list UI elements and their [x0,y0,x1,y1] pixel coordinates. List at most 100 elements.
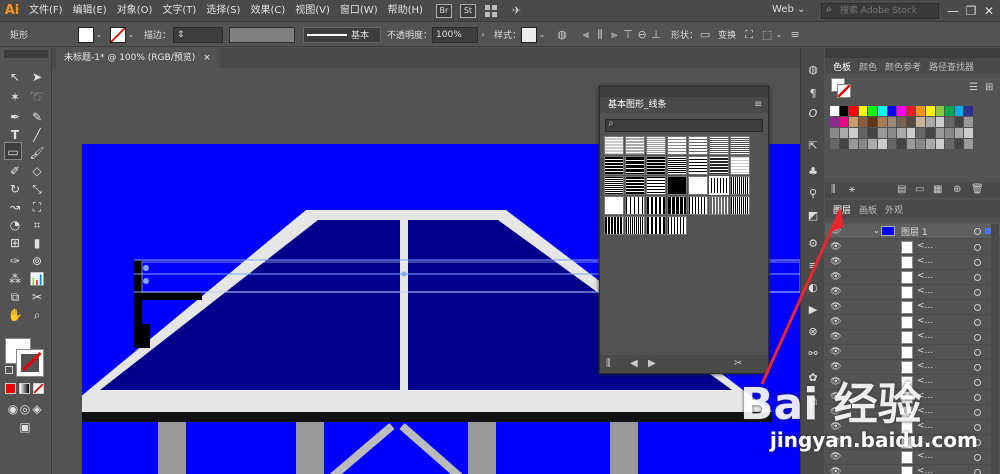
target-icon[interactable] [974,244,981,251]
color-swatch[interactable] [954,139,964,149]
color-swatch[interactable] [954,128,964,138]
pattern-swatch[interactable] [646,136,666,155]
document-tab[interactable]: 未标题-1* @ 100% (RGB/预览) × [56,48,219,68]
color-swatch[interactable] [868,106,877,116]
color-guide-icon[interactable]: ◍ [805,62,821,78]
color-swatch[interactable] [839,117,849,127]
color-swatch[interactable] [830,128,839,138]
tab-color-guide[interactable]: 颜色参考 [885,60,921,73]
recolor-icon[interactable]: ◍ [555,28,569,42]
target-icon[interactable] [974,274,981,281]
column-graph-tool-icon[interactable]: 📊 [28,270,46,288]
stroke-weight-field[interactable]: ⇕ [173,26,224,43]
target-icon[interactable] [974,289,981,296]
sublayer-row[interactable]: 👁 <... [825,240,1000,255]
color-swatch[interactable] [954,117,964,127]
pattern-swatch[interactable] [709,196,729,215]
color-swatch[interactable] [887,106,897,116]
eyedropper-tool-icon[interactable]: ✑ [6,252,24,270]
color-swatch[interactable] [906,117,916,127]
graphic-styles-icon[interactable]: ⊗ [805,324,821,340]
chevron-down-icon[interactable]: ⌄ [94,30,104,39]
sublayer-row[interactable]: 👁 <... [825,300,1000,315]
visibility-eye-icon[interactable]: 👁 [830,467,841,474]
new-color-group-icon[interactable]: ▤ [897,184,906,195]
pattern-swatch[interactable] [730,156,750,175]
color-swatch[interactable] [887,117,897,127]
opacity-field[interactable]: 100% [432,26,479,43]
sublayer-row[interactable]: 👁 <... [825,345,1000,360]
sublayer-row[interactable]: 👁 <... [825,315,1000,330]
menu-edit[interactable]: 编辑(E) [68,0,112,22]
default-colors-icon[interactable] [5,366,13,374]
panel-collapse-bar[interactable] [825,48,1000,58]
pattern-swatch[interactable] [730,176,750,195]
links-icon[interactable]: ⚯ [805,346,821,362]
color-swatch[interactable] [935,128,945,138]
shape-label[interactable]: 形状： [671,28,698,41]
hand-tool-icon[interactable]: ✋ [6,306,24,324]
color-swatch[interactable] [887,128,897,138]
color-swatch[interactable] [906,128,916,138]
stock-button[interactable]: St [459,3,476,18]
close-tab-icon[interactable]: × [203,53,211,63]
color-swatch[interactable] [839,106,849,116]
color-swatch[interactable] [925,106,935,116]
rotate-tool-icon[interactable]: ↻ [6,180,24,198]
direct-selection-tool-icon[interactable]: ➤ [28,68,46,86]
lasso-tool-icon[interactable]: ➰ [28,88,46,106]
close-window-button[interactable]: ✕ [980,2,998,20]
color-swatch[interactable] [868,128,877,138]
color-swatch[interactable] [964,117,973,127]
pattern-swatch[interactable] [688,176,708,195]
menu-file[interactable]: 文件(F) [24,0,68,22]
color-swatch[interactable] [858,139,868,149]
tab-pathfinder[interactable]: 路径查找器 [929,60,974,73]
curvature-tool-icon[interactable]: ✎ [28,108,46,126]
menu-object[interactable]: 对象(O) [112,0,158,22]
pattern-swatch[interactable] [604,216,624,235]
free-transform-tool-icon[interactable]: ⛶ [28,198,46,216]
sublayer-name[interactable]: <... [917,316,933,326]
actions-icon[interactable]: ▶ [805,302,821,318]
sublayer-name[interactable]: <... [917,331,933,341]
menu-effect[interactable]: 效果(C) [245,0,290,22]
pattern-swatch[interactable] [730,136,750,155]
gradient-mode-icon[interactable] [19,383,30,394]
menu-view[interactable]: 视图(V) [290,0,335,22]
visibility-eye-icon[interactable]: 👁 [830,452,841,462]
target-icon[interactable] [974,364,981,371]
color-swatch[interactable] [906,106,916,116]
pattern-swatch[interactable] [646,196,666,215]
sublayer-row[interactable]: 👁 <... [825,450,1000,465]
chevron-right-icon[interactable]: › [478,30,488,39]
transparency-icon[interactable]: ◩ [805,208,821,224]
shape-icon[interactable]: ▭ [698,28,712,42]
sublayer-name[interactable]: <... [917,256,933,266]
perspective-grid-tool-icon[interactable]: ⌗ [28,216,46,234]
sublayer-row[interactable]: 👁 <... [825,285,1000,300]
stroke-panel-icon[interactable]: ≡ [805,258,821,274]
paintbrush-tool-icon[interactable]: 🖌 [28,144,46,162]
color-swatch[interactable] [945,139,954,149]
color-swatch[interactable] [954,106,964,116]
pattern-swatch[interactable] [688,196,708,215]
target-icon[interactable] [974,259,981,266]
magic-wand-tool-icon[interactable]: ✶ [6,88,24,106]
arrange-documents-icon[interactable] [484,4,497,17]
pattern-swatch[interactable] [667,156,687,175]
previous-library-icon[interactable]: ◀ [630,358,638,369]
color-swatch[interactable] [830,139,839,149]
shaper-tool-icon[interactable]: ✐ [6,162,24,180]
align-right-icon[interactable]: ⫸ [607,28,621,42]
color-swatch[interactable] [925,128,935,138]
pattern-swatch[interactable] [604,196,624,215]
color-swatch[interactable] [849,117,858,127]
panel-header-bar[interactable] [600,87,768,97]
color-swatch[interactable] [964,139,973,149]
toolbar-grip[interactable] [4,50,48,58]
delete-swatch-icon[interactable]: 🗑 [971,184,984,195]
tab-layers[interactable]: 图层 [833,203,851,216]
library-menu-icon[interactable]: ⫼ [606,358,611,369]
grid-view-icon[interactable]: ⊞ [985,82,993,93]
